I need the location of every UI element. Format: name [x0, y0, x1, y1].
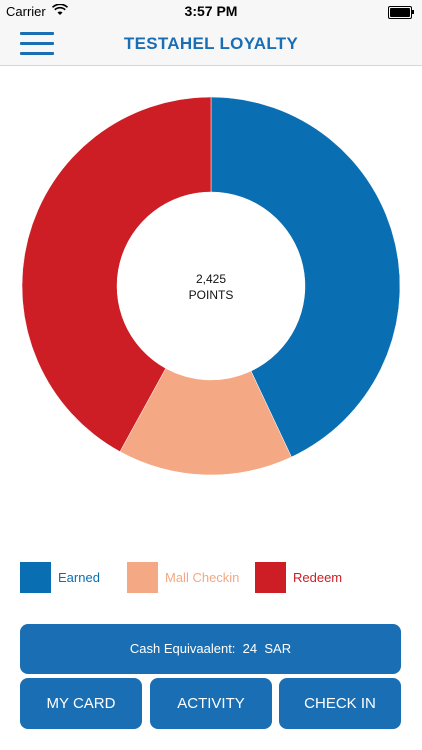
- status-bar: Carrier 3:57 PM: [0, 0, 422, 22]
- navigation-bar: TESTAHEL LOYALTY: [0, 22, 422, 66]
- legend-swatch-earned: [20, 562, 51, 593]
- my-card-button[interactable]: MY CARD: [20, 678, 142, 729]
- legend-swatch-redeem: [255, 562, 286, 593]
- battery-icon: [388, 6, 414, 19]
- cash-equivalent-button[interactable]: Cash Equivaalent: 24 SAR: [20, 624, 401, 674]
- legend-label-mall-checkin: Mall Checkin: [165, 570, 240, 585]
- check-in-button[interactable]: CHECK IN: [279, 678, 401, 729]
- cash-equivalent-text: Cash Equivaalent: 24 SAR: [20, 641, 401, 656]
- chart-legend: Earned Mall Checkin Redeem: [20, 562, 410, 594]
- cash-equivalent-currency: SAR: [264, 641, 292, 656]
- page-title: TESTAHEL LOYALTY: [123, 34, 299, 53]
- legend-label-redeem: Redeem: [293, 570, 343, 585]
- center-points-label: POINTS: [189, 288, 234, 302]
- cash-equivalent-label: Cash Equivaalent:: [129, 641, 236, 656]
- center-points-value: 2,425: [196, 272, 226, 286]
- status-time: 3:57 PM: [184, 3, 238, 19]
- legend-swatch-mall-checkin: [127, 562, 158, 593]
- cash-equivalent-amount: 24: [242, 641, 258, 656]
- points-donut-chart: 2,425 POINTS: [21, 96, 401, 476]
- legend-label-earned: Earned: [58, 570, 100, 585]
- activity-button[interactable]: ACTIVITY: [150, 678, 272, 729]
